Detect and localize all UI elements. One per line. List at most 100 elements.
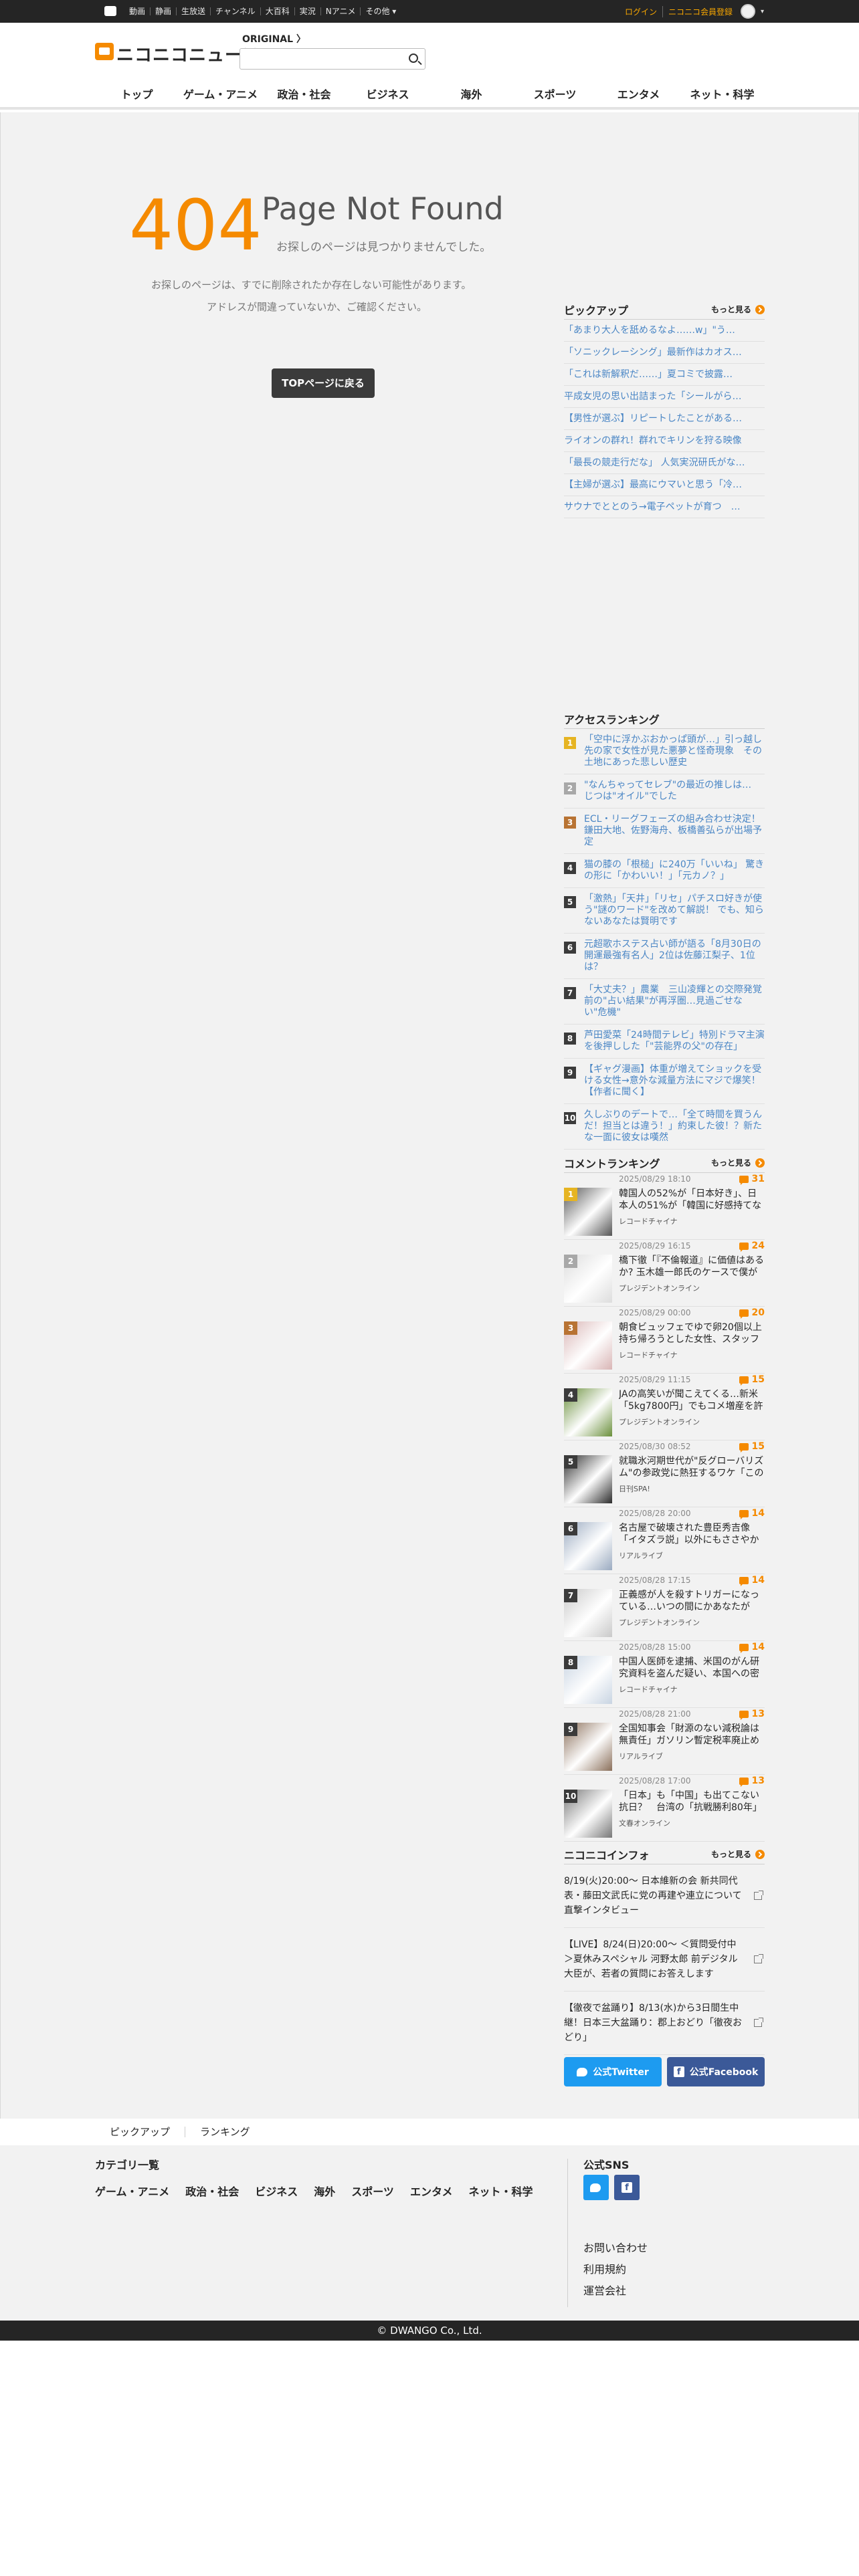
site-logo[interactable]: ニコニコニュース (116, 41, 260, 66)
facebook-button[interactable]: f 公式Facebook (667, 2057, 765, 2086)
comment-ranking-item[interactable]: 1 2025/08/29 18:10 31 韓国人の52%が「日本好き」、日本人の51… (564, 1173, 765, 1240)
comment-ranking-item[interactable]: 4 2025/08/29 11:15 15 JAの高笑いが聞こえてくる…新米「5kg7… (564, 1374, 765, 1440)
access-ranking-item[interactable]: 9 【ギャグ漫画】体重が増えてショックを受ける女性→意外な減量方法にマジで爆笑！【… (564, 1059, 765, 1104)
footer-category[interactable]: 政治・社会 (185, 2183, 239, 2199)
service-link-jikkyo[interactable]: 実況 (295, 7, 321, 15)
comment-ranking-item[interactable]: 8 2025/08/28 15:00 14 中国人医師を逮捕、米国のがん研究資料を盗ん… (564, 1641, 765, 1708)
search-input[interactable] (240, 48, 425, 70)
pickup-item[interactable]: 「最長の競走行だな」 人気実況研氏がな… (564, 452, 765, 474)
article-title[interactable]: 韓国人の52%が「日本好き」、日本人の51%が「韓国に好感持てな (619, 1188, 765, 1212)
nav-overseas[interactable]: 海外 (430, 80, 513, 110)
nav-business[interactable]: ビジネス (346, 80, 430, 110)
article-thumbnail[interactable]: 8 (564, 1656, 612, 1704)
article-thumbnail[interactable]: 2 (564, 1255, 612, 1303)
footer-nav-ranking[interactable]: ランキング (185, 2127, 265, 2137)
register-link[interactable]: ニコニコ会員登録 (663, 6, 741, 17)
comment-ranking-item[interactable]: 5 2025/08/30 08:52 15 就職氷河期世代が"反グローバリズム"の参政… (564, 1440, 765, 1507)
article-title[interactable]: 橋下徹「『不倫報道』に価値はあるか? 玉木雄一郎氏のケースで僕が (619, 1255, 765, 1279)
article-thumbnail[interactable]: 7 (564, 1589, 612, 1637)
footer-twitter-button[interactable] (583, 2175, 609, 2200)
pickup-item[interactable]: ライオンの群れ！群れでキリンを狩る映像 (564, 430, 765, 452)
article-title[interactable]: 正義感が人を殺すトリガーになっている…いつの間にかあなたが「ネ (619, 1589, 765, 1613)
comment-ranking-item[interactable]: 3 2025/08/29 00:00 20 朝食ビュッフェでゆで卵20個以上持ち帰ろう… (564, 1307, 765, 1374)
login-link[interactable]: ログイン (625, 5, 663, 17)
access-ranking-item[interactable]: 4 猫の膝の「根槌」に240万「いいね」 驚きの形に「かわいい！」「元カノ？」 (564, 854, 765, 888)
service-link-other[interactable]: その他 ▾ (361, 7, 401, 15)
comment-ranking-item[interactable]: 10 2025/08/28 17:00 13 「日本」も「中国」も出てこない抗日？ 台… (564, 1775, 765, 1842)
comment-ranking-more-link[interactable]: もっと見る (711, 1157, 765, 1168)
footer-category[interactable]: ゲーム・アニメ (95, 2183, 169, 2199)
pickup-item[interactable]: 「あまり大人を舐めるなよ……w」"う… (564, 320, 765, 342)
info-item[interactable]: 【LIVE】8/24(日)20:00～ ＜質問受付中＞夏休みスペシャル 河野太郎… (564, 1928, 765, 1992)
top-page-button[interactable]: TOPページに戻る (272, 368, 375, 398)
service-link-dic[interactable]: 大百科 (261, 7, 295, 15)
company-link[interactable]: 運営会社 (583, 2282, 626, 2298)
pickup-item[interactable]: 【主婦が選ぶ】最高にウマいと思う「冷… (564, 474, 765, 496)
comment-ranking-item[interactable]: 2 2025/08/29 16:15 24 橋下徹「『不倫報道』に価値はあるか? 玉木… (564, 1240, 765, 1307)
avatar[interactable] (740, 4, 755, 19)
access-ranking-item[interactable]: 3 ECL・リーグフェーズの組み合わせ決定！鎌田大地、佐野海舟、板橋善弘らが出場予… (564, 809, 765, 854)
access-ranking-item[interactable]: 1 「空中に浮かぶおかっぱ頭が…」引っ越し先の家で女性が見た悪夢と怪奇現象 その土… (564, 729, 765, 774)
pickup-item[interactable]: サウナでととのう→電子ペットが育つ … (564, 496, 765, 518)
article-thumbnail[interactable]: 5 (564, 1455, 612, 1503)
search-icon[interactable] (409, 53, 418, 63)
footer-facebook-button[interactable]: f (614, 2175, 640, 2200)
info-more-link[interactable]: もっと見る (711, 1848, 765, 1860)
service-link-nanime[interactable]: Nアニメ (321, 7, 361, 15)
nav-top[interactable]: トップ (95, 80, 179, 110)
service-link-live[interactable]: 生放送 (177, 7, 211, 15)
info-item[interactable]: 【徹夜で盆踊り】8/13(水)から3日間生中継！日本三大盆踊り：郡上おどり「徹夜… (564, 1992, 765, 2055)
service-link-douga[interactable]: 動画 (124, 7, 151, 15)
access-ranking-item[interactable]: 7 「大丈夫？」農業 三山凌輝との交際発覚前の"占い結果"が再浮圏…見過ごせない"… (564, 979, 765, 1025)
pickup-item[interactable]: 「これは新解釈だ……」夏コミで披露… (564, 364, 765, 386)
twitter-button[interactable]: 公式Twitter (564, 2057, 662, 2086)
footer-category[interactable]: ネット・科学 (468, 2183, 533, 2199)
access-ranking-item[interactable]: 2 "なんちゃってセレブ"の最近の推しは… じつは"オイル"でした (564, 774, 765, 809)
access-ranking-item[interactable]: 10 久しぶりのデートで…「全て時間を買うんだ！担当とは違う！」約束した彼！？新た… (564, 1104, 765, 1150)
nav-entertainment[interactable]: エンタメ (597, 80, 680, 110)
access-ranking-item[interactable]: 5 「激熱」「天井」「リセ」パチスロ好きが使う"謎のワード"を改めて解説！ でも、… (564, 888, 765, 934)
pickup-more-link[interactable]: もっと見る (711, 304, 765, 315)
pickup-item[interactable]: 「ソニックレーシング」最新作はカオス… (564, 342, 765, 364)
nav-politics[interactable]: 政治・社会 (262, 80, 346, 110)
footer-category[interactable]: スポーツ (351, 2183, 394, 2199)
article-thumbnail[interactable]: 4 (564, 1388, 612, 1436)
niconico-tv-icon[interactable] (104, 6, 116, 16)
original-link[interactable]: ORIGINAL 〉 (242, 32, 306, 45)
footer-category[interactable]: 海外 (314, 2183, 335, 2199)
footer-category[interactable]: エンタメ (410, 2183, 453, 2199)
article-title[interactable]: 全国知事会「財源のない減税論は無責任」ガソリン暫定税率廃止め (619, 1723, 765, 1747)
twitter-icon (590, 2183, 601, 2192)
article-thumbnail[interactable]: 1 (564, 1188, 612, 1236)
article-title[interactable]: 中国人医師を逮捕、米国のがん研究資料を盗んだ疑い、本国への密 (619, 1656, 765, 1680)
nav-net-science[interactable]: ネット・科学 (680, 80, 764, 110)
article-title[interactable]: 朝食ビュッフェでゆで卵20個以上持ち帰ろうとした女性、スタッフ (619, 1321, 765, 1346)
service-link-channel[interactable]: チャンネル (211, 7, 261, 15)
access-ranking-item[interactable]: 6 元超歌ホステス占い師が語る「8月30日の開運最強有名人」2位は佐藤江梨子、1位… (564, 934, 765, 979)
article-thumbnail[interactable]: 10 (564, 1790, 612, 1838)
terms-link[interactable]: 利用規約 (583, 2260, 626, 2276)
article-thumbnail[interactable]: 9 (564, 1723, 612, 1771)
comment-ranking-item[interactable]: 9 2025/08/28 21:00 13 全国知事会「財源のない減税論は無責任」ガソ… (564, 1708, 765, 1775)
article-title[interactable]: JAの高笑いが聞こえてくる…新米「5kg7800円」でもコメ増産を許さ (619, 1388, 765, 1412)
comment-ranking-item[interactable]: 7 2025/08/28 17:15 14 正義感が人を殺すトリガーになっている…いつ… (564, 1574, 765, 1641)
article-title[interactable]: 名古屋で破壊された豊臣秀吉像「イタズラ説」以外にもささやか (619, 1522, 765, 1546)
article-thumbnail[interactable]: 3 (564, 1321, 612, 1370)
pickup-item[interactable]: 平成女児の思い出詰まった「シールがら… (564, 386, 765, 408)
nav-game-anime[interactable]: ゲーム・アニメ (179, 80, 262, 110)
article-date: 2025/08/29 18:10 (619, 1174, 691, 1184)
service-link-seiga[interactable]: 静画 (151, 7, 177, 15)
chevron-down-icon[interactable]: ▾ (761, 8, 764, 15)
article-title[interactable]: 「日本」も「中国」も出てこない抗日？ 台湾の「抗戦勝利80年」 (619, 1790, 765, 1814)
comment-ranking-item[interactable]: 6 2025/08/28 20:00 14 名古屋で破壊された豊臣秀吉像「イタズラ説」… (564, 1507, 765, 1574)
contact-link[interactable]: お問い合わせ (583, 2239, 648, 2255)
nav-sports[interactable]: スポーツ (513, 80, 597, 110)
footer-category[interactable]: ビジネス (255, 2183, 298, 2199)
info-item[interactable]: 8/19(火)20:00～ 日本維新の会 新共同代表・藤田文武氏に党の再建や連立… (564, 1864, 765, 1928)
access-ranking-item[interactable]: 8 芦田愛菜「24時間テレビ」特別ドラマ主演を後押しした「"芸能界の父"の存在」 (564, 1025, 765, 1059)
article-title[interactable]: 就職氷河期世代が"反グローバリズム"の参政党に熱狂するワケ「この (619, 1455, 765, 1479)
article-thumbnail[interactable]: 6 (564, 1522, 612, 1570)
pickup-item[interactable]: 【男性が選ぶ】リピートしたことがある… (564, 408, 765, 430)
logo-icon[interactable] (95, 43, 114, 60)
footer-nav-pickup[interactable]: ピックアップ (95, 2127, 186, 2137)
